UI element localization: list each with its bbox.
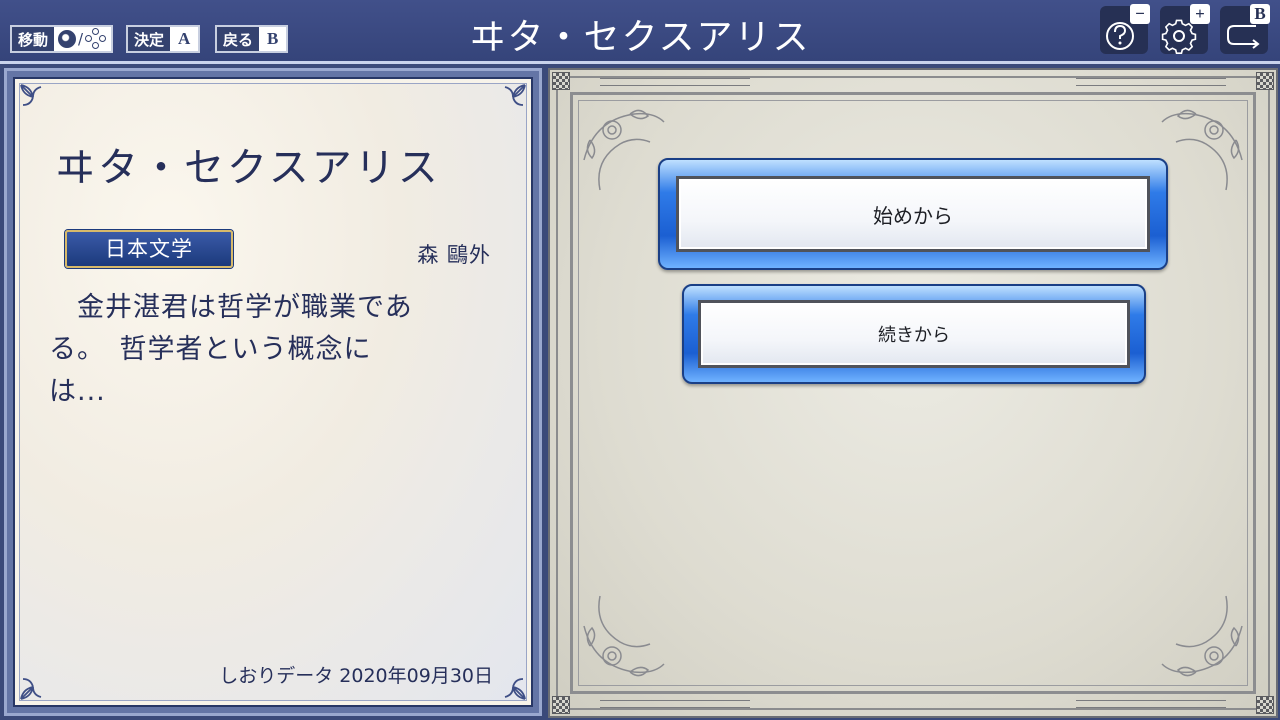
genre-badge: 日本文学: [65, 230, 233, 268]
checker-corner: [1256, 696, 1274, 714]
excerpt-line: る。 哲学者という概念に: [49, 334, 372, 365]
flourish-ornament-icon: [583, 595, 665, 677]
book-author: 森 鷗外: [417, 243, 491, 267]
excerpt-line: は...: [49, 376, 106, 407]
flourish-ornament-icon: [1161, 595, 1243, 677]
bookmark-date: しおりデータ 2020年09月30日: [219, 665, 493, 687]
corner-ornament-icon: [20, 678, 42, 700]
excerpt-line: 金井湛君は哲学が職業であ: [49, 292, 413, 323]
corner-ornament-icon: [504, 84, 526, 106]
settings-button[interactable]: +: [1160, 4, 1210, 54]
divider: [1076, 700, 1226, 708]
start-button-label: 始めから: [676, 176, 1150, 252]
back-button[interactable]: B: [1220, 4, 1270, 54]
back-key: B: [1250, 4, 1270, 24]
continue-button-label: 続きから: [698, 300, 1130, 368]
checker-corner: [552, 696, 570, 714]
divider: [600, 700, 750, 708]
top-bar: 移動 / 決定 A 戻る B ヰタ・セクスアリス − + B: [0, 0, 1280, 64]
help-button[interactable]: −: [1100, 4, 1150, 54]
menu-panel: 始めから 続きから: [548, 68, 1278, 718]
window-title: ヰタ・セクスアリス: [469, 17, 811, 58]
book-info-card: ヰタ・セクスアリス 日本文学 森 鷗外 金井湛君は哲学が職業であ る。 哲学者と…: [13, 77, 533, 707]
start-from-beginning-button[interactable]: 始めから: [658, 158, 1168, 270]
corner-ornament-icon: [20, 84, 42, 106]
book-info-frame: ヰタ・セクスアリス 日本文学 森 鷗外 金井湛君は哲学が職業であ る。 哲学者と…: [4, 68, 542, 716]
checker-corner: [1256, 72, 1274, 90]
continue-button[interactable]: 続きから: [682, 284, 1146, 384]
settings-key: +: [1190, 4, 1210, 24]
checker-corner: [552, 72, 570, 90]
book-excerpt: 金井湛君は哲学が職業であ る。 哲学者という概念に は...: [49, 287, 469, 413]
corner-ornament-icon: [504, 678, 526, 700]
divider: [600, 78, 750, 86]
book-title: ヰタ・セクスアリス: [55, 145, 441, 191]
divider: [1076, 78, 1226, 86]
help-key: −: [1130, 4, 1150, 24]
